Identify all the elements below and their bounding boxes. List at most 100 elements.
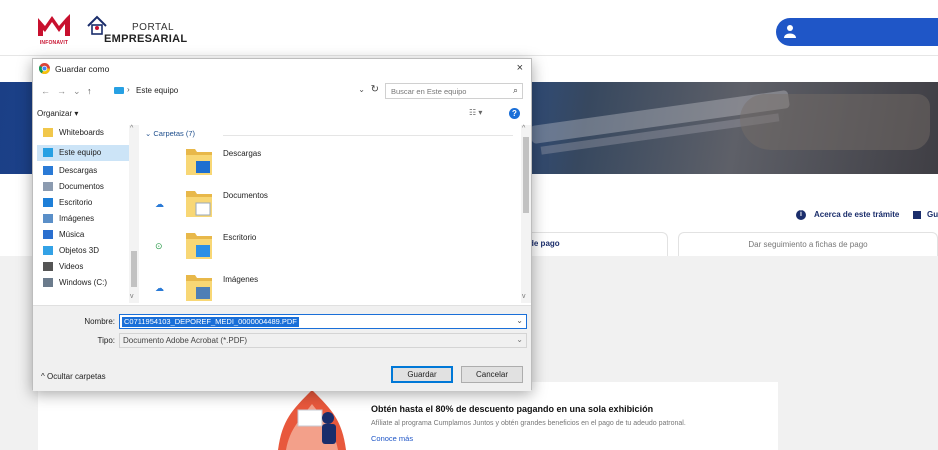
folder-icon — [186, 233, 212, 259]
nav-item[interactable]: Videos — [37, 259, 133, 275]
tab-track-label: Dar seguimiento a fichas de pago — [748, 240, 868, 249]
folder-name: Escritorio — [223, 233, 257, 242]
search-placeholder: Buscar en Este equipo — [391, 87, 467, 96]
folder-icon — [43, 128, 53, 137]
file-name-input[interactable]: C0711954103_DEPOREF_MEDI_0000004489.PDF … — [119, 314, 527, 329]
scroll-down-icon[interactable]: v — [130, 293, 134, 300]
chevron-down-icon[interactable]: ⌄ — [516, 316, 523, 325]
folder-item[interactable]: ☁ Imágenes — [143, 269, 513, 303]
computer-icon — [43, 148, 53, 157]
nav-item-label: Escritorio — [59, 198, 93, 207]
up-folder-icon[interactable]: ↑ — [87, 86, 92, 96]
refresh-icon[interactable]: ↻ — [371, 84, 379, 95]
guide-link[interactable]: Gu — [913, 210, 938, 219]
close-icon[interactable]: × — [517, 62, 523, 74]
dialog-titlebar[interactable]: Guardar como × — [33, 59, 531, 79]
organize-menu[interactable]: Organizar ▾ — [37, 109, 78, 118]
folder-item[interactable]: Descargas — [143, 143, 513, 183]
navigation-scrollbar[interactable]: ^ v — [129, 125, 139, 303]
address-bar[interactable]: › Este equipo ⌄ ↻ — [111, 83, 381, 99]
nav-item[interactable]: Whiteboards — [37, 125, 133, 141]
chevron-down-icon[interactable]: ⌄ — [358, 85, 365, 94]
about-procedure-label: Acerca de este trámite — [814, 210, 900, 220]
nav-item[interactable]: Este equipo — [37, 145, 133, 161]
dialog-title: Guardar como — [55, 64, 110, 74]
nav-item[interactable]: Objetos 3D — [37, 243, 133, 259]
cancel-button[interactable]: Cancelar — [461, 366, 523, 383]
portal-header: INFONAVIT PORTAL EMPRESARIAL — [0, 0, 938, 56]
tab-track-pay-slips[interactable]: Dar seguimiento a fichas de pago — [678, 232, 938, 256]
scrollbar-thumb[interactable] — [131, 251, 137, 287]
search-icon: ⌕ — [512, 85, 518, 95]
nav-item-label: Documentos — [59, 182, 104, 191]
infonavit-logo[interactable]: INFONAVIT — [36, 12, 72, 46]
scroll-up-icon[interactable]: ^ — [522, 125, 525, 132]
file-list-pane: ⌄ Carpetas (7) Descargas ☁ Documentos ⊙ Escr… — [143, 125, 521, 303]
nav-item[interactable]: Escritorio — [37, 195, 133, 211]
video-icon — [43, 262, 53, 271]
dialog-toolbar: Organizar ▾ ☷ ▾ ? — [33, 105, 531, 123]
tab-pay-slips[interactable]: de pago — [520, 232, 668, 256]
nav-item-label: Objetos 3D — [59, 246, 100, 255]
nav-item[interactable]: Descargas — [37, 163, 133, 179]
folder-icon — [186, 191, 212, 217]
view-options-icon[interactable]: ☷ ▾ — [469, 108, 482, 117]
group-header-folders[interactable]: ⌄ Carpetas (7) — [145, 129, 195, 138]
promo-learn-more-link[interactable]: Conoce más — [371, 434, 413, 443]
recent-locations-icon[interactable]: ⌄ — [73, 86, 81, 97]
file-name-label: Nombre: — [84, 317, 115, 326]
cloud-icon: ☁ — [155, 199, 164, 209]
cloud-icon: ☁ — [155, 283, 164, 293]
breadcrumb-location[interactable]: Este equipo — [136, 86, 178, 95]
image-icon — [43, 214, 53, 223]
user-icon — [784, 25, 796, 38]
infonavit-logo-icon — [38, 14, 70, 36]
infonavit-brand-text: INFONAVIT — [39, 40, 69, 46]
guide-link-label: Gu — [927, 210, 938, 219]
document-icon — [43, 182, 53, 191]
folder-item[interactable]: ⊙ Escritorio — [143, 227, 513, 267]
nav-item[interactable]: Música — [37, 227, 133, 243]
folder-name: Imágenes — [223, 275, 259, 284]
file-list-scrollbar[interactable]: ^ v — [521, 125, 531, 303]
file-name-value: C0711954103_DEPOREF_MEDI_0000004489.PDF — [122, 317, 299, 327]
scroll-up-icon[interactable]: ^ — [130, 125, 133, 132]
back-arrow-icon[interactable]: ← — [41, 86, 50, 96]
folder-name: Descargas — [223, 149, 262, 158]
chrome-icon — [39, 63, 50, 74]
scrollbar-thumb[interactable] — [523, 137, 529, 213]
navigation-pane: Whiteboards Este equipo Descargas Documento… — [37, 125, 141, 303]
hide-folders-toggle[interactable]: ^ Ocultar carpetas — [41, 372, 106, 381]
scroll-down-icon[interactable]: v — [522, 293, 526, 300]
download-icon — [43, 166, 53, 175]
info-icon: i — [796, 210, 806, 220]
folder-item[interactable]: ☁ Documentos — [143, 185, 513, 225]
nav-item-label: Videos — [59, 262, 84, 271]
folder-name: Documentos — [223, 191, 268, 200]
nav-item[interactable]: Windows (C:) — [37, 275, 133, 291]
group-divider — [223, 135, 513, 136]
nav-item-label: Descargas — [59, 166, 98, 175]
portal-empresarial-logo[interactable]: PORTAL EMPRESARIAL — [82, 12, 192, 48]
save-button[interactable]: Guardar — [391, 366, 453, 383]
file-type-select[interactable]: Documento Adobe Acrobat (*.PDF) ⌄ — [119, 333, 527, 348]
folder-icon — [186, 275, 212, 301]
book-icon — [913, 210, 921, 219]
nav-item-label: Música — [59, 230, 85, 239]
forward-arrow-icon[interactable]: → — [57, 86, 66, 96]
nav-item[interactable]: Imágenes — [37, 211, 133, 227]
search-input[interactable]: Buscar en Este equipo ⌕ — [385, 83, 523, 99]
chevron-down-icon[interactable]: ⌄ — [516, 335, 523, 344]
nav-item[interactable]: Documentos — [37, 179, 133, 195]
logo-line-empresarial: EMPRESARIAL — [104, 33, 188, 45]
nav-item-label: Whiteboards — [59, 128, 104, 137]
user-menu-button[interactable] — [776, 18, 938, 46]
hero-decor — [740, 94, 930, 150]
promo-text: Afíliate al programa Cumplamos Juntos y … — [371, 420, 686, 427]
help-icon[interactable]: ? — [509, 108, 520, 119]
save-as-dialog: Guardar como × ← → ⌄ ↑ › Este equipo ⌄ ↻… — [32, 58, 532, 391]
sync-ok-icon: ⊙ — [155, 241, 163, 251]
music-icon — [43, 230, 53, 239]
about-procedure-link[interactable]: i Acerca de este trámite — [796, 210, 899, 220]
nav-item-label: Este equipo — [59, 148, 102, 157]
